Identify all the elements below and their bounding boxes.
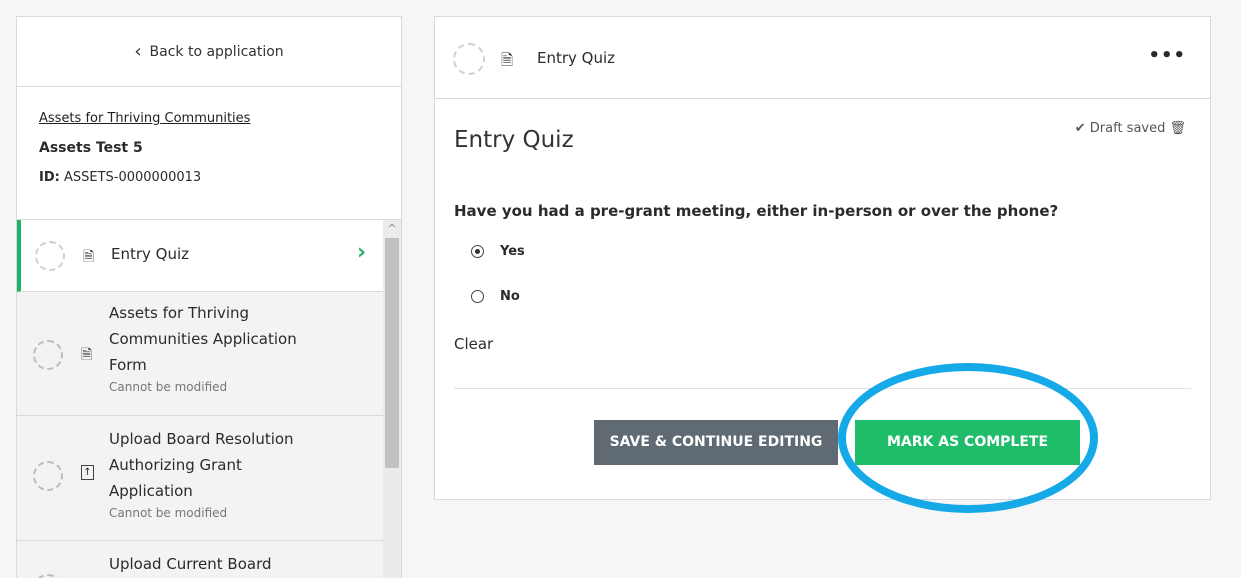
application-id: ID: ASSETS-0000000013	[39, 170, 379, 185]
scroll-up-arrow-icon[interactable]: ^	[383, 222, 401, 235]
application-name: Assets Test 5	[39, 140, 143, 156]
sidebar: ‹ Back to application Assets for Thrivin…	[16, 16, 402, 578]
program-link[interactable]: Assets for Thriving Communities	[39, 111, 379, 126]
back-label: Back to application	[149, 43, 284, 60]
option-label: No	[500, 289, 520, 304]
radio-unselected-icon[interactable]	[471, 290, 484, 303]
sidebar-item-label: Upload Current Board	[109, 555, 272, 573]
document-icon: 🗎	[501, 51, 514, 69]
sidebar-item-label: Upload Board Resolution Authorizing Gran…	[109, 430, 294, 500]
sidebar-item-note: Cannot be modified	[109, 380, 228, 394]
more-options-icon[interactable]: •••	[1148, 45, 1186, 66]
sidebar-item-label: Assets for Thriving Communities Applicat…	[109, 304, 297, 374]
header-title: Entry Quiz	[537, 49, 616, 67]
sidebar-scrollbar[interactable]: ^	[383, 220, 401, 578]
sidebar-item-current-board[interactable]: Upload Current Board	[17, 541, 401, 578]
option-label: Yes	[500, 244, 525, 259]
status-circle-icon	[33, 461, 63, 491]
option-no[interactable]: No	[471, 289, 520, 304]
question-label: Have you had a pre-grant meeting, either…	[454, 202, 1059, 220]
draft-status: ✔ Draft saved 🗑	[1074, 121, 1186, 136]
application-info: Assets for Thriving Communities Assets T…	[17, 87, 401, 220]
sidebar-item-entry-quiz[interactable]: 🗎 Entry Quiz ›	[17, 220, 401, 292]
status-circle-icon	[453, 43, 485, 75]
status-circle-icon	[33, 340, 63, 370]
scrollbar-thumb[interactable]	[385, 238, 399, 468]
sidebar-item-note: Cannot be modified	[109, 506, 228, 520]
page-title: Entry Quiz	[454, 127, 574, 153]
sidebar-item-board-resolution[interactable]: ↑ Upload Board Resolution Authorizing Gr…	[17, 416, 401, 541]
id-value: ASSETS-0000000013	[63, 170, 202, 185]
divider	[454, 388, 1191, 389]
upload-icon: ↑	[81, 465, 94, 480]
document-icon: 🗎	[83, 249, 95, 265]
chevron-left-icon: ‹	[134, 40, 142, 62]
sidebar-item-label: Entry Quiz	[111, 245, 190, 263]
save-continue-button[interactable]: SAVE & CONTINUE EDITING	[594, 420, 838, 465]
id-label: ID:	[39, 170, 60, 185]
sidebar-item-application-form[interactable]: 🗎 Assets for Thriving Communities Applic…	[17, 292, 401, 416]
radio-selected-icon[interactable]	[471, 245, 484, 258]
document-icon: 🗎	[81, 347, 93, 363]
clear-link[interactable]: Clear	[454, 335, 493, 353]
option-yes[interactable]: Yes	[471, 244, 525, 259]
form-panel-header: 🗎 Entry Quiz •••	[435, 17, 1210, 99]
highlight-ellipse	[838, 363, 1098, 513]
chevron-right-icon: ›	[357, 240, 367, 265]
back-to-application-link[interactable]: ‹ Back to application	[17, 17, 401, 87]
form-list: 🗎 Entry Quiz › 🗎 Assets for Thriving Com…	[17, 220, 401, 578]
status-circle-icon	[35, 241, 65, 271]
